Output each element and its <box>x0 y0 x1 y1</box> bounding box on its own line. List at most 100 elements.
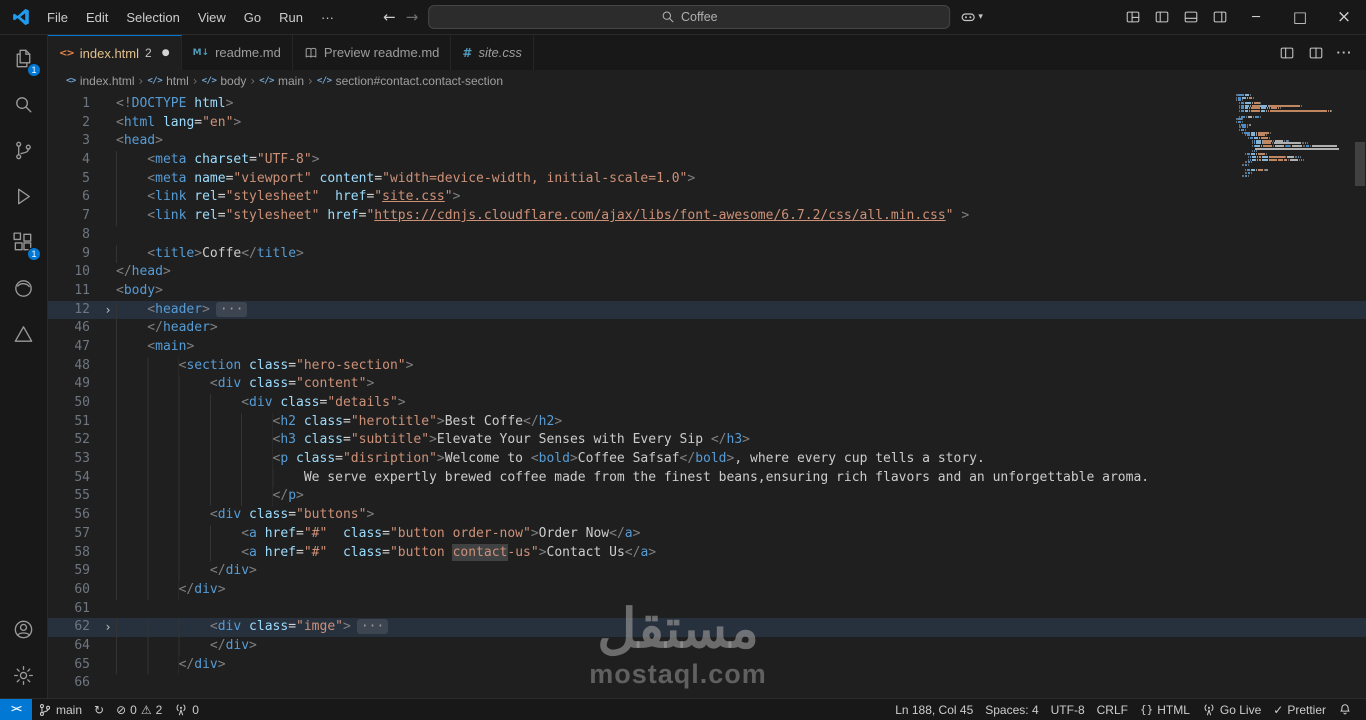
code-line-2[interactable]: 2 <html lang="en"> <box>48 114 1366 133</box>
close-button[interactable]: × <box>1322 0 1366 34</box>
accounts-button[interactable] <box>0 606 47 652</box>
menu-edit[interactable]: Edit <box>77 0 117 34</box>
menu-selection[interactable]: Selection <box>117 0 188 34</box>
scrollbar-thumb[interactable] <box>1355 142 1365 186</box>
menu-run[interactable]: Run <box>270 0 312 34</box>
minimap[interactable] <box>1236 94 1352 180</box>
indent-guides <box>116 319 148 338</box>
breadcrumb-item[interactable]: </> main <box>259 74 304 88</box>
ports-indicator[interactable]: 0 <box>168 699 205 720</box>
code-line-60[interactable]: 60 </div> <box>48 580 1366 600</box>
sync-button[interactable]: ↻ <box>88 699 110 720</box>
toggle-sidebar-button[interactable] <box>1147 0 1176 34</box>
code-line-50[interactable]: 50 <div class="details"> <box>48 394 1366 413</box>
code-line-66[interactable]: 66 <box>48 674 1366 693</box>
code-line-52[interactable]: 52 <h3 class="subtitle">Elevate Your Sens… <box>48 431 1366 451</box>
breadcrumb-item[interactable]: </> section#contact.contact-section <box>317 74 503 88</box>
fold-chevron-icon[interactable]: › <box>100 301 116 320</box>
code-text: We serve expertly brewed coffee made fro… <box>116 468 1366 488</box>
split-editor-button[interactable] <box>1302 45 1329 61</box>
menu-go[interactable]: Go <box>235 0 270 34</box>
code-line-11[interactable]: 11 <body> <box>48 282 1366 301</box>
tab-index-html[interactable]: <> index.html 2 ● <box>48 35 182 70</box>
menu-more[interactable]: ··· <box>312 0 343 34</box>
code-line-49[interactable]: 49 <div class="content"> <box>48 375 1366 394</box>
editor[interactable]: 1 <!DOCTYPE html> 2 <html lang="en"> 3 <head>… <box>48 92 1366 698</box>
code-line-5[interactable]: 5 <meta name="viewport" content="width=de… <box>48 169 1366 189</box>
menu-file[interactable]: File <box>38 0 77 34</box>
code-line-59[interactable]: 59 </div> <box>48 562 1366 581</box>
code-line-53[interactable]: 53 <p class="disription">Welcome to <bold… <box>48 450 1366 469</box>
dirty-indicator[interactable]: ● <box>162 48 170 58</box>
activity-extension-a[interactable] <box>0 265 47 311</box>
eol-indicator[interactable]: CRLF <box>1091 699 1134 720</box>
fold-column <box>100 450 116 469</box>
notifications-button[interactable] <box>1332 699 1358 720</box>
activity-extensions[interactable]: 1 <box>0 219 47 265</box>
activity-search[interactable] <box>0 81 47 127</box>
activity-extension-b[interactable] <box>0 311 47 357</box>
code-line-48[interactable]: 48 <section class="hero-section"> <box>48 356 1366 376</box>
code-line-56[interactable]: 56 <div class="buttons"> <box>48 506 1366 525</box>
code-line-47[interactable]: 47 <main> <box>48 337 1366 357</box>
fold-chevron-icon[interactable]: › <box>100 618 116 637</box>
tab-site-css[interactable]: # site.css <box>451 35 534 70</box>
code-line-12[interactable]: 12 › <header> ··· <box>48 300 1366 320</box>
command-center-search[interactable]: Coffee <box>428 5 951 29</box>
code-line-1[interactable]: 1 <!DOCTYPE html> <box>48 95 1366 114</box>
code-line-54[interactable]: 54 We serve expertly brewed coffee made f… <box>48 468 1366 488</box>
encoding-indicator[interactable]: UTF-8 <box>1045 699 1091 720</box>
maximize-button[interactable]: □ <box>1278 0 1322 34</box>
code-text: <meta charset="UTF-8"> <box>116 151 1366 170</box>
code-line-9[interactable]: 9 <title>Coffe</title> <box>48 244 1366 264</box>
code-line-64[interactable]: 64 </div> <box>48 636 1366 656</box>
code-area[interactable]: 1 <!DOCTYPE html> 2 <html lang="en"> 3 <head>… <box>48 92 1366 698</box>
menu-view[interactable]: View <box>189 0 235 34</box>
breadcrumb-item[interactable]: <> index.html <box>66 74 135 88</box>
branch-indicator[interactable]: main <box>32 699 88 720</box>
remote-indicator[interactable]: >< <box>0 699 32 720</box>
code-line-62[interactable]: 62 › <div class="imge"> ··· <box>48 618 1366 637</box>
code-line-4[interactable]: 4 <meta charset="UTF-8"> <box>48 151 1366 170</box>
code-line-10[interactable]: 10 </head> <box>48 263 1366 282</box>
more-actions-button[interactable]: ··· <box>1331 45 1358 60</box>
line-number: 12 <box>74 301 90 317</box>
customize-layout-button[interactable] <box>1118 0 1147 34</box>
activity-explorer[interactable]: 1 <box>0 35 47 81</box>
activity-source-control[interactable] <box>0 127 47 173</box>
code-line-6[interactable]: 6 <link rel="stylesheet" href="site.css"> <box>48 188 1366 208</box>
prettier-indicator[interactable]: ✓ Prettier <box>1267 699 1332 720</box>
toggle-secondary-sidebar-button[interactable] <box>1205 0 1234 34</box>
breadcrumb-item[interactable]: </> html <box>147 74 188 88</box>
code-line-8[interactable]: 8 <box>48 226 1366 245</box>
breadcrumb-item[interactable]: </> body <box>202 74 247 88</box>
indentation-indicator[interactable]: Spaces: 4 <box>979 699 1044 720</box>
code-line-51[interactable]: 51 <h2 class="herotitle">Best Coffe</h2> <box>48 412 1366 432</box>
settings-button[interactable] <box>0 652 47 698</box>
code-line-61[interactable]: 61 <box>48 600 1366 619</box>
line-number: 46 <box>74 320 90 336</box>
code-line-55[interactable]: 55 </p> <box>48 487 1366 507</box>
minimize-button[interactable]: ─ <box>1234 0 1278 34</box>
tab-readme-md[interactable]: M↓ readme.md <box>181 35 293 70</box>
open-changes-button[interactable] <box>1273 45 1300 61</box>
code-line-3[interactable]: 3 <head> <box>48 132 1366 151</box>
code-line-57[interactable]: 57 <a href="#" class="button order-now">O… <box>48 524 1366 544</box>
activity-run-debug[interactable] <box>0 173 47 219</box>
code-text: <div class="imge"> ··· <box>116 618 1366 637</box>
copilot-button[interactable]: ▾ <box>960 9 983 25</box>
code-line-7[interactable]: 7 <link rel="stylesheet" href="https://cd… <box>48 207 1366 226</box>
toggle-panel-button[interactable] <box>1176 0 1205 34</box>
go-live-button[interactable]: Go Live <box>1196 699 1267 720</box>
forward-button[interactable]: → <box>406 8 419 26</box>
cursor-position[interactable]: Ln 188, Col 45 <box>889 699 979 720</box>
tab-preview-readme[interactable]: Preview readme.md <box>292 35 452 70</box>
code-line-65[interactable]: 65 </div> <box>48 655 1366 675</box>
code-line-46[interactable]: 46 </header> <box>48 319 1366 338</box>
code-line-58[interactable]: 58 <a href="#" class="button contact-us">… <box>48 543 1366 563</box>
code-text: </div> <box>116 655 1366 675</box>
language-mode[interactable]: {} HTML <box>1134 699 1196 720</box>
back-button[interactable]: ← <box>383 8 396 26</box>
problems-indicator[interactable]: ⊘ 0 ⚠ 2 <box>110 699 168 720</box>
